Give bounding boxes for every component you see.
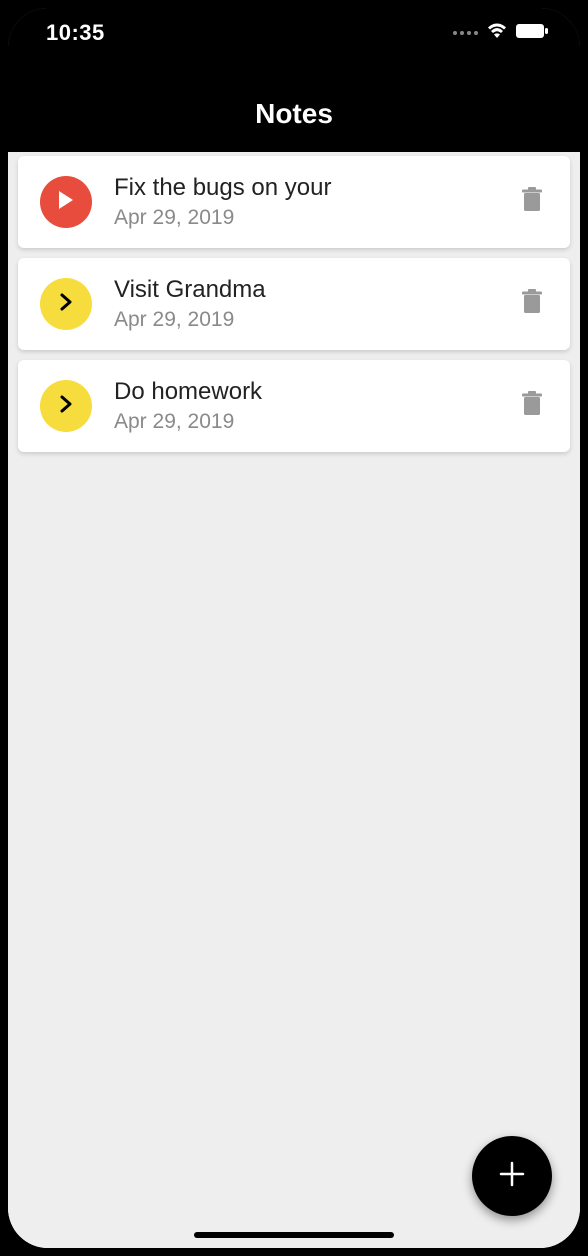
note-date: Apr 29, 2019 <box>114 308 494 332</box>
battery-icon <box>516 23 550 44</box>
note-text-block: Fix the bugs on your Apr 29, 2019 <box>114 174 494 230</box>
note-type-badge[interactable] <box>40 176 92 228</box>
status-right <box>453 22 550 45</box>
play-icon <box>57 190 75 215</box>
chevron-right-icon <box>59 292 73 317</box>
note-date: Apr 29, 2019 <box>114 206 494 230</box>
delete-button[interactable] <box>516 288 548 320</box>
notes-list: Fix the bugs on your Apr 29, 2019 Visit … <box>8 152 580 1248</box>
plus-icon <box>497 1159 527 1194</box>
note-date: Apr 29, 2019 <box>114 410 494 434</box>
notch <box>144 8 444 46</box>
delete-button[interactable] <box>516 390 548 422</box>
trash-icon <box>521 289 543 320</box>
device-frame: 10:35 Notes Fix the bugs on your <box>8 8 580 1248</box>
delete-button[interactable] <box>516 186 548 218</box>
signal-dots-icon <box>453 31 478 35</box>
status-time: 10:35 <box>46 20 105 46</box>
note-item[interactable]: Fix the bugs on your Apr 29, 2019 <box>18 156 570 248</box>
note-text-block: Visit Grandma Apr 29, 2019 <box>114 276 494 332</box>
note-type-badge[interactable] <box>40 278 92 330</box>
note-title: Visit Grandma <box>114 276 494 304</box>
note-text-block: Do homework Apr 29, 2019 <box>114 378 494 434</box>
note-item[interactable]: Visit Grandma Apr 29, 2019 <box>18 258 570 350</box>
add-note-button[interactable] <box>472 1136 552 1216</box>
chevron-right-icon <box>59 394 73 419</box>
note-title: Do homework <box>114 378 494 406</box>
wifi-icon <box>486 22 508 45</box>
note-title: Fix the bugs on your <box>114 174 494 202</box>
trash-icon <box>521 391 543 422</box>
page-title: Notes <box>255 98 333 130</box>
note-item[interactable]: Do homework Apr 29, 2019 <box>18 360 570 452</box>
note-type-badge[interactable] <box>40 380 92 432</box>
home-indicator[interactable] <box>194 1232 394 1238</box>
trash-icon <box>521 187 543 218</box>
